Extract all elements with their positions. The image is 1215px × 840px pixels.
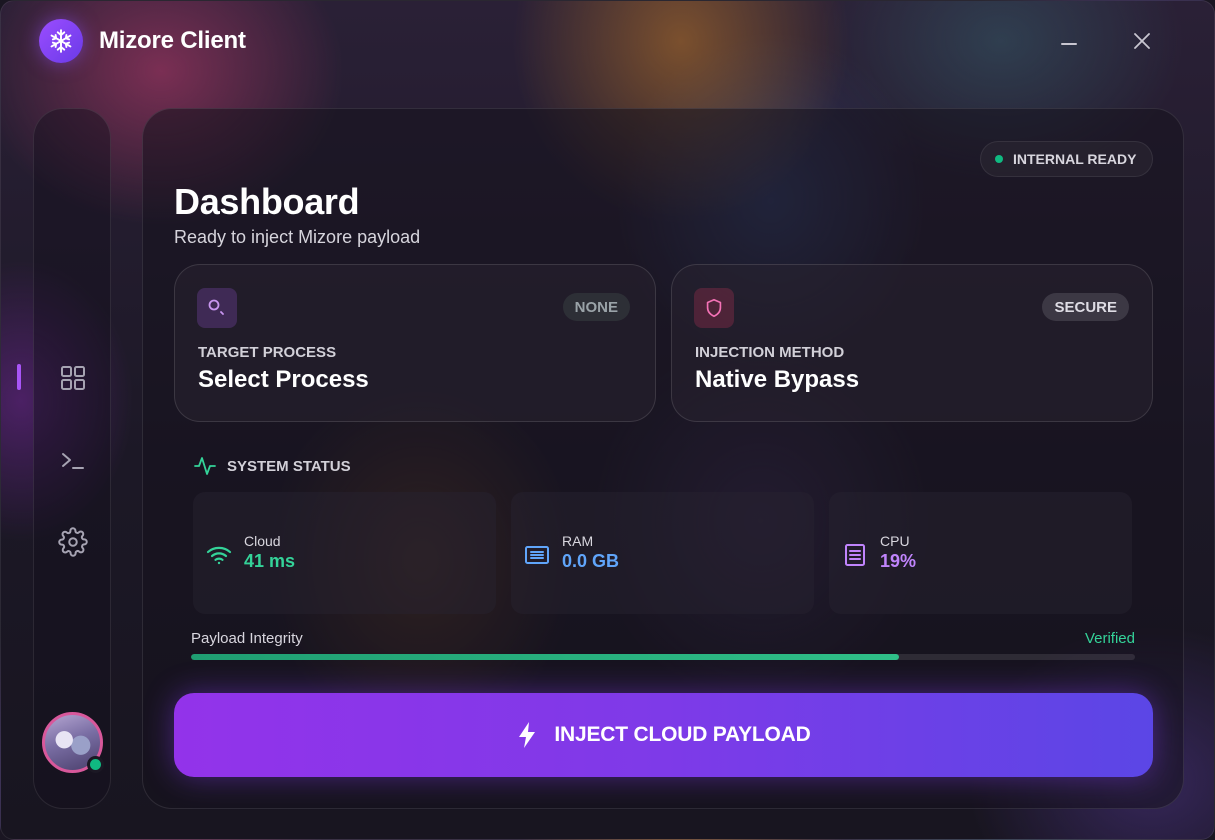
status-dot [995,155,1003,163]
shield-icon [694,288,734,328]
active-nav-indicator [17,364,21,390]
metric-ram-value: 0.0 GB [562,551,620,571]
app-title: Mizore Client [99,27,246,54]
injection-method-card[interactable]: SECURE INJECTION METHOD Native Bypass [671,264,1153,422]
metric-cloud-value: 41 ms [244,551,296,571]
terminal-icon [62,453,84,469]
wifi-icon [205,541,233,569]
avatar[interactable] [42,712,104,773]
metric-cpu-label: CPU [880,533,910,549]
title-bar: Mizore Client [1,1,1214,81]
sidebar-item-dashboard[interactable] [53,358,93,398]
injection-method-label: INJECTION METHOD [695,344,845,361]
page-title: Dashboard [174,181,360,222]
metric-cloud-label: Cloud [244,533,281,549]
minimize-icon [1061,43,1077,45]
injection-method-badge: SECURE [1042,293,1129,321]
activity-icon [194,457,216,475]
gear-icon [58,527,88,557]
target-process-label: TARGET PROCESS [198,344,337,361]
payload-integrity-progress-fill [191,654,899,660]
inject-button-label: INJECT CLOUD PAYLOAD [554,723,811,746]
snowflake-icon [39,19,83,63]
system-status-title: SYSTEM STATUS [227,457,351,475]
metric-cloud: Cloud 41 ms [193,492,496,614]
metric-cpu: CPU 19% [829,492,1132,614]
minimize-button[interactable] [1053,25,1085,57]
sidebar-item-console[interactable] [53,441,93,481]
main-panel: INTERNAL READY Dashboard Ready to inject… [142,108,1184,809]
payload-integrity-label: Payload Integrity [191,630,303,647]
metric-ram-label: RAM [562,533,594,549]
target-process-value: Select Process [198,366,369,393]
close-icon [1134,33,1150,49]
inject-cloud-payload-button[interactable]: INJECT CLOUD PAYLOAD [174,693,1153,777]
status-badge-label: INTERNAL READY [1013,151,1137,167]
cpu-icon [841,541,869,569]
payload-integrity-progress [191,654,1135,660]
search-icon [197,288,237,328]
online-status-dot [87,756,104,773]
memory-icon [523,541,551,569]
sidebar-item-settings[interactable] [53,522,93,562]
target-process-badge: NONE [562,293,630,321]
target-process-card[interactable]: NONE TARGET PROCESS Select Process [174,264,656,422]
close-button[interactable] [1126,25,1158,57]
payload-integrity-status: Verified [1084,630,1135,647]
metric-cpu-value: 19% [880,551,917,571]
system-status-header: SYSTEM STATUS [193,454,351,478]
metric-ram: RAM 0.0 GB [511,492,814,614]
injection-method-value: Native Bypass [695,366,860,393]
grid-icon [61,366,85,390]
bolt-icon [519,722,536,748]
status-badge: INTERNAL READY [980,141,1153,177]
page-subtitle: Ready to inject Mizore payload [174,227,421,247]
app-window: Mizore Client INTERNAL READY Dashboard R… [0,0,1215,840]
